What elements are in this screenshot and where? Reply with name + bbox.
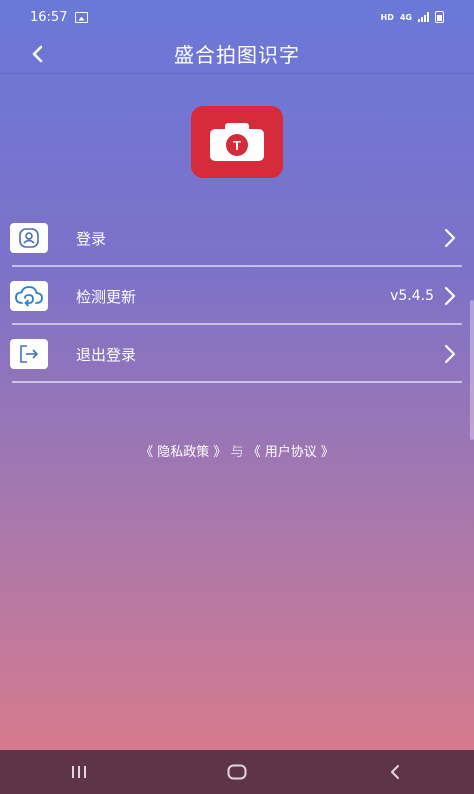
app-header: 盛合拍图识字 bbox=[0, 34, 474, 74]
divider bbox=[12, 381, 462, 383]
battery-icon bbox=[435, 11, 444, 23]
back-button[interactable] bbox=[24, 40, 52, 68]
chevron-right-icon bbox=[444, 228, 456, 248]
menu-item-login[interactable]: 登录 bbox=[0, 210, 474, 267]
menu-item-check-update[interactable]: 检测更新 v5.4.5 bbox=[0, 268, 474, 325]
logo-letter: T bbox=[233, 138, 241, 153]
user-icon bbox=[10, 223, 48, 253]
home-icon bbox=[227, 764, 247, 780]
status-icons: HD 4G bbox=[381, 11, 444, 23]
menu-label-login: 登录 bbox=[76, 229, 107, 248]
page-title: 盛合拍图识字 bbox=[174, 43, 300, 67]
menu-label-check-update: 检测更新 bbox=[76, 287, 137, 306]
camera-icon: T bbox=[210, 123, 264, 161]
signal-icon bbox=[418, 12, 429, 22]
back-icon bbox=[391, 765, 399, 779]
hd-label: HD bbox=[380, 12, 394, 22]
system-nav-bar bbox=[0, 750, 474, 794]
signal-type-label: 4G bbox=[399, 12, 412, 22]
recents-icon bbox=[72, 766, 86, 778]
menu-label-logout: 退出登录 bbox=[76, 345, 137, 364]
version-value: v5.4.5 bbox=[390, 288, 434, 304]
cloud-refresh-icon bbox=[10, 281, 48, 311]
policy-links: 《 隐私政策 》 与 《 用户协议 》 bbox=[0, 441, 474, 460]
status-time: 16:57 bbox=[30, 9, 68, 25]
status-bar: 16:57 HD 4G bbox=[0, 0, 474, 34]
logout-icon bbox=[10, 339, 48, 369]
recents-button[interactable] bbox=[49, 750, 109, 794]
gallery-notification-icon bbox=[75, 11, 89, 23]
scrollbar[interactable] bbox=[470, 300, 474, 440]
divider bbox=[12, 323, 462, 325]
user-agreement-link[interactable]: 《 用户协议 》 bbox=[248, 445, 334, 460]
system-back-button[interactable] bbox=[365, 750, 425, 794]
divider bbox=[12, 265, 462, 267]
chevron-right-icon bbox=[444, 286, 456, 306]
settings-menu: 登录 检测更新 v5.4.5 退出登录 bbox=[0, 210, 474, 383]
chevron-left-icon bbox=[32, 45, 43, 63]
menu-item-logout[interactable]: 退出登录 bbox=[0, 326, 474, 383]
policy-separator: 与 bbox=[230, 445, 244, 460]
privacy-policy-link[interactable]: 《 隐私政策 》 bbox=[140, 445, 226, 460]
chevron-right-icon bbox=[444, 344, 456, 364]
app-logo: T bbox=[191, 106, 283, 178]
home-button[interactable] bbox=[207, 750, 267, 794]
